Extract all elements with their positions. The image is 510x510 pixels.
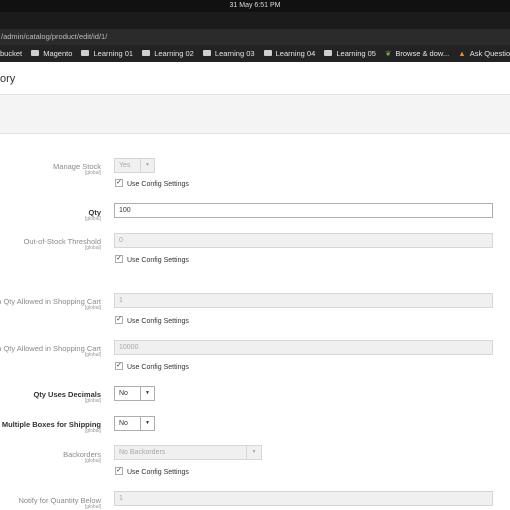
- use-config-label: Use Config Settings: [127, 317, 189, 325]
- qty-scope: [global]: [84, 216, 101, 222]
- backorders-select[interactable]: No Backorders ▼: [114, 445, 262, 460]
- bookmark-label: Browse & dow...: [395, 49, 450, 58]
- min-qty-cart-value: 1: [119, 297, 123, 304]
- checkbox-checked-icon[interactable]: ✓: [115, 362, 123, 370]
- checkbox-checked-icon[interactable]: ✓: [115, 467, 123, 475]
- folder-icon: [263, 50, 272, 57]
- use-config-label: Use Config Settings: [127, 363, 189, 371]
- folder-icon: [324, 50, 333, 57]
- qty-uses-decimals-scope: [global]: [84, 398, 101, 404]
- folder-icon: [31, 50, 40, 57]
- out-of-stock-threshold-value: 0: [119, 237, 123, 244]
- chevron-down-icon: ▼: [140, 159, 154, 172]
- manage-stock-use-config[interactable]: ✓ Use Config Settings: [115, 179, 189, 188]
- checkbox-checked-icon[interactable]: ✓: [115, 179, 123, 187]
- bookmark-magento[interactable]: Magento: [31, 45, 72, 62]
- bookmarks-bar: bucket Magento Learning 01 Learning 02 L…: [0, 45, 510, 62]
- max-qty-cart-scope: [global]: [84, 352, 101, 358]
- address-bar[interactable]: /admin/catalog/product/edit/id/1/: [0, 29, 510, 45]
- folder-icon: [202, 50, 211, 57]
- out-of-stock-threshold-input[interactable]: 0: [114, 233, 493, 248]
- qty-uses-decimals-select[interactable]: No ▼: [114, 386, 155, 401]
- bookmark-label: Magento: [43, 49, 73, 58]
- bookmark-learning-05[interactable]: Learning 05: [324, 45, 376, 62]
- chevron-down-icon: ▼: [140, 387, 154, 400]
- bookmark-label: Ask Question: [469, 49, 510, 58]
- use-config-label: Use Config Settings: [127, 180, 189, 188]
- bookmark-label: Learning 04: [275, 49, 316, 58]
- out-of-stock-threshold-scope: [global]: [84, 245, 101, 251]
- backorders-use-config[interactable]: ✓ Use Config Settings: [115, 467, 189, 476]
- multiple-boxes-scope: [global]: [84, 428, 101, 434]
- flame-icon: ▲: [458, 49, 466, 58]
- chevron-down-icon: ▼: [246, 446, 261, 459]
- advanced-inventory-form: Manage Stock [global] Yes ▼ ✓ Use Config …: [0, 132, 510, 510]
- bookmark-label: Learning 02: [154, 49, 194, 58]
- manage-stock-select[interactable]: Yes ▼: [114, 158, 155, 173]
- min-qty-cart-input[interactable]: 1: [114, 293, 493, 308]
- folder-icon: [142, 50, 151, 57]
- qty-uses-decimals-value: No: [119, 390, 128, 397]
- bookmark-browse-download[interactable]: ❦ Browse & dow...: [385, 45, 449, 62]
- min-qty-cart-scope: [global]: [84, 305, 101, 311]
- manage-stock-value: Yes: [119, 162, 131, 169]
- use-config-label: Use Config Settings: [127, 468, 189, 476]
- bookmark-learning-04[interactable]: Learning 04: [263, 45, 316, 62]
- page-title: ory: [0, 73, 16, 85]
- system-clock: 31 May 6:51 PM: [229, 2, 281, 9]
- notify-qty-below-input[interactable]: 1: [114, 491, 493, 506]
- system-top-bar: 31 May 6:51 PM: [0, 0, 510, 12]
- backorders-value: No Backorders: [119, 449, 166, 456]
- qty-value: 100: [119, 207, 131, 214]
- bookmark-learning-01[interactable]: Learning 01: [81, 45, 133, 62]
- out-of-stock-threshold-use-config[interactable]: ✓ Use Config Settings: [115, 255, 189, 264]
- header-toolbar-band: [0, 94, 510, 134]
- qty-input[interactable]: 100: [114, 203, 493, 218]
- bookmark-label: Learning 01: [93, 49, 134, 58]
- bookmark-label: Learning 05: [336, 49, 376, 58]
- backorders-scope: [global]: [84, 458, 101, 464]
- folder-icon: [81, 50, 90, 57]
- multiple-boxes-select[interactable]: No ▼: [114, 416, 155, 431]
- bookmark-bucket[interactable]: bucket: [0, 45, 22, 62]
- max-qty-cart-use-config[interactable]: ✓ Use Config Settings: [115, 362, 189, 371]
- address-bar-url: /admin/catalog/product/edit/id/1/: [1, 32, 108, 41]
- leaf-icon: ❦: [385, 49, 392, 58]
- bookmark-ask-question[interactable]: ▲ Ask Question: [458, 45, 510, 62]
- bookmark-label: Learning 03: [214, 49, 255, 58]
- bookmark-learning-02[interactable]: Learning 02: [142, 45, 194, 62]
- chevron-down-icon: ▼: [140, 417, 154, 430]
- browser-tab-strip: [0, 12, 510, 29]
- min-qty-cart-use-config[interactable]: ✓ Use Config Settings: [115, 316, 189, 325]
- max-qty-cart-input[interactable]: 10000: [114, 340, 493, 355]
- manage-stock-scope: [global]: [84, 170, 101, 176]
- bookmark-label: bucket: [0, 49, 23, 58]
- notify-qty-below-scope: [global]: [84, 504, 101, 510]
- bookmark-learning-03[interactable]: Learning 03: [202, 45, 255, 62]
- use-config-label: Use Config Settings: [127, 256, 189, 264]
- multiple-boxes-value: No: [119, 420, 128, 427]
- checkbox-checked-icon[interactable]: ✓: [115, 316, 123, 324]
- notify-qty-below-value: 1: [119, 495, 123, 502]
- checkbox-checked-icon[interactable]: ✓: [115, 255, 123, 263]
- max-qty-cart-value: 10000: [119, 344, 139, 351]
- page-header: [0, 62, 510, 94]
